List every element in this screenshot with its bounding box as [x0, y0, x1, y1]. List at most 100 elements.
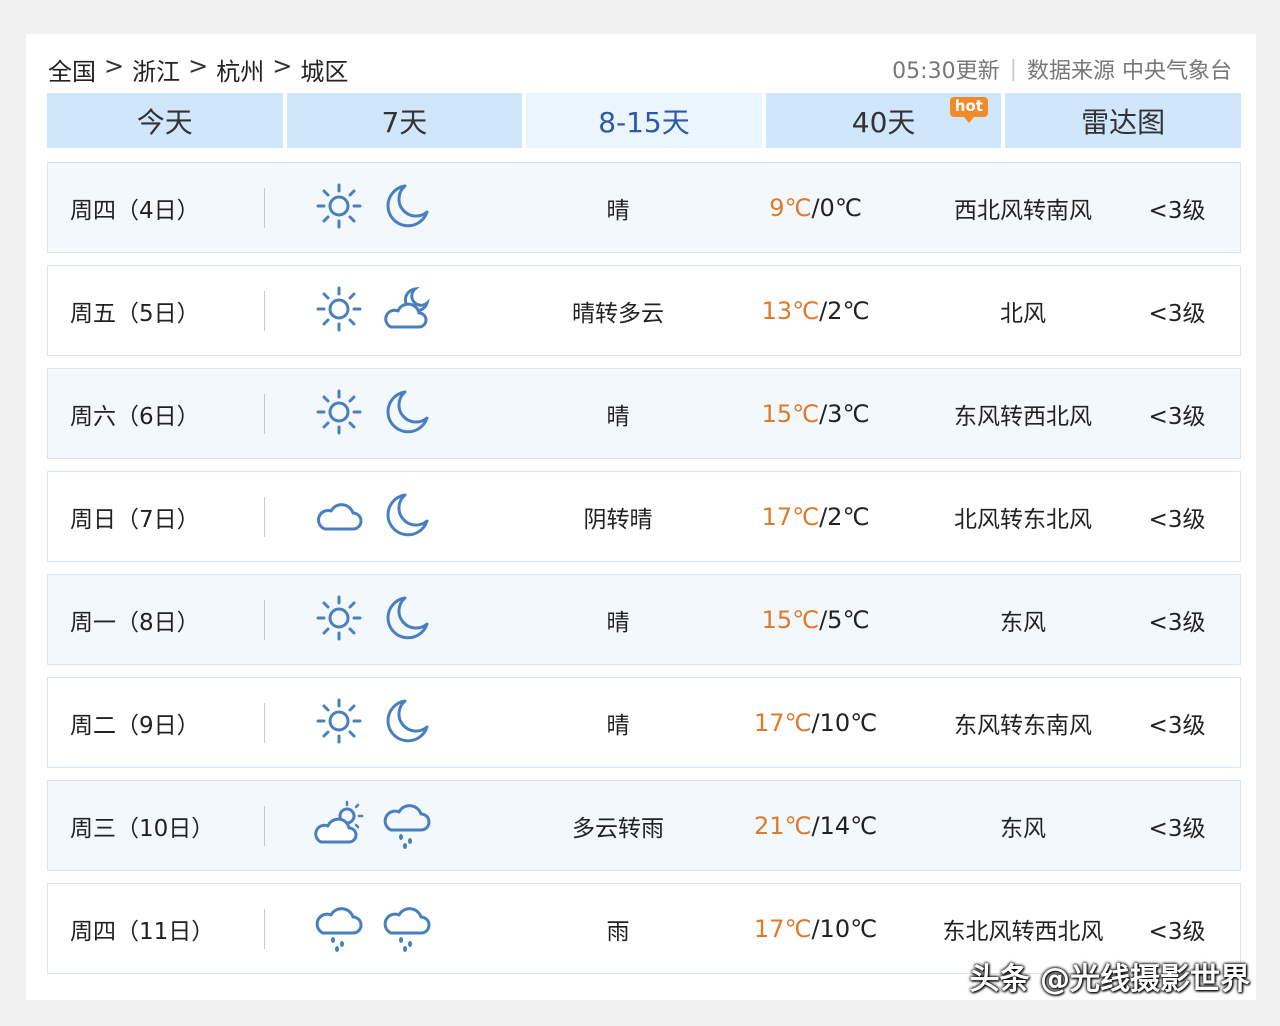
wind-direction: 东风	[1000, 815, 1046, 842]
temperature: 17℃/10℃	[728, 915, 903, 943]
breadcrumb: 全国 > 浙江 > 杭州 > 城区	[48, 52, 348, 87]
temp-slash: /	[819, 399, 828, 428]
tab-label: 7天	[381, 105, 428, 139]
wind-level: <3级	[1148, 403, 1206, 430]
high-temp: 17℃	[761, 502, 820, 531]
low-temp: 14℃	[819, 811, 878, 840]
wind-level: <3级	[1148, 609, 1206, 636]
breadcrumb-separator: >	[188, 51, 209, 80]
weather-condition: 晴	[606, 403, 630, 430]
weather-icons	[265, 901, 483, 957]
moon-icon	[381, 180, 433, 236]
low-temp: 2℃	[827, 502, 870, 531]
tab-label: 40天	[851, 105, 916, 139]
wind-direction: 北风转东北风	[954, 506, 1092, 533]
temperature: 13℃/2℃	[728, 297, 903, 325]
weather-icons	[265, 180, 483, 236]
temp-slash: /	[811, 811, 820, 840]
moon-icon	[381, 695, 433, 751]
wind-direction: 东风转西北风	[954, 403, 1092, 430]
cloudy-night-icon	[381, 283, 433, 339]
forecast-day: 周六（6日）	[70, 403, 200, 430]
weather-condition: 晴	[606, 712, 630, 739]
tab-40-days[interactable]: 40天 hot	[765, 93, 1002, 148]
tab-8-15-days[interactable]: 8-15天	[526, 93, 762, 148]
high-temp: 17℃	[753, 914, 812, 943]
weather-condition: 雨	[606, 918, 630, 945]
low-temp: 0℃	[819, 193, 862, 222]
forecast-list: 周四（4日）晴 9℃/0℃ 西北风转南风 <3级 周五（5日） 晴转多云 13℃/2℃ 北风 <…	[47, 162, 1241, 986]
top-bar: 全国 > 浙江 > 杭州 > 城区 05:30更新 | 数据来源 中央气象台	[48, 52, 1232, 86]
low-temp: 10℃	[819, 914, 878, 943]
breadcrumb-separator: >	[104, 51, 125, 80]
forecast-day: 周一（8日）	[70, 609, 200, 636]
weather-condition: 阴转晴	[583, 506, 653, 533]
forecast-row: 周二（9日） 晴 17℃/10℃ 东风转东南风 <3级	[47, 677, 1241, 768]
temperature: 15℃/3℃	[728, 400, 903, 428]
breadcrumb-separator: >	[272, 51, 293, 80]
breadcrumb-country[interactable]: 全国	[48, 52, 96, 87]
forecast-day: 周二（9日）	[70, 712, 200, 739]
high-temp: 9℃	[769, 193, 812, 222]
forecast-day: 周日（7日）	[70, 506, 200, 533]
low-temp: 2℃	[827, 296, 870, 325]
cloud-icon	[313, 489, 365, 545]
meta-divider: |	[1009, 56, 1017, 82]
forecast-row: 周四（4日） 晴 9℃/0℃ 西北风转南风 <3级	[47, 162, 1241, 253]
update-info: 05:30更新 | 数据来源 中央气象台	[892, 53, 1232, 85]
temperature: 9℃/0℃	[728, 194, 903, 222]
update-time: 05:30更新	[892, 59, 1000, 84]
high-temp: 21℃	[753, 811, 812, 840]
partly-cloudy-icon	[313, 798, 365, 854]
tab-label: 雷达图	[1081, 105, 1166, 139]
temperature: 21℃/14℃	[728, 812, 903, 840]
low-temp: 10℃	[819, 708, 878, 737]
tab-today[interactable]: 今天	[47, 93, 283, 148]
wind-direction: 北风	[1000, 300, 1046, 327]
wind-direction: 东北风转西北风	[942, 918, 1104, 945]
moon-icon	[381, 489, 433, 545]
weather-card: 全国 > 浙江 > 杭州 > 城区 05:30更新 | 数据来源 中央气象台 今…	[26, 34, 1256, 1000]
temp-slash: /	[819, 296, 828, 325]
wind-level: <3级	[1148, 197, 1206, 224]
tab-radar[interactable]: 雷达图	[1005, 93, 1241, 148]
weather-icons	[265, 386, 483, 442]
breadcrumb-city[interactable]: 杭州	[216, 52, 264, 87]
breadcrumb-province[interactable]: 浙江	[132, 52, 180, 87]
weather-icons	[265, 592, 483, 648]
forecast-tabs: 今天 7天 8-15天 40天 hot 雷达图	[47, 93, 1241, 148]
wind-direction: 东风	[1000, 609, 1046, 636]
temperature: 17℃/10℃	[728, 709, 903, 737]
wind-direction: 东风转东南风	[954, 712, 1092, 739]
wind-level: <3级	[1148, 300, 1206, 327]
moon-icon	[381, 386, 433, 442]
high-temp: 15℃	[761, 605, 820, 634]
temp-slash: /	[811, 193, 820, 222]
forecast-day: 周四（4日）	[70, 197, 200, 224]
temp-slash: /	[811, 708, 820, 737]
high-temp: 15℃	[761, 399, 820, 428]
moon-icon	[381, 592, 433, 648]
tab-7-days[interactable]: 7天	[286, 93, 523, 148]
forecast-day: 周三（10日）	[70, 815, 215, 842]
temp-slash: /	[811, 914, 820, 943]
high-temp: 13℃	[761, 296, 820, 325]
wind-level: <3级	[1148, 918, 1206, 945]
weather-condition: 晴转多云	[572, 300, 664, 327]
rain-icon	[381, 798, 433, 854]
forecast-row: 周日（7日） 阴转晴 17℃/2℃ 北风转东北风 <3级	[47, 471, 1241, 562]
forecast-day: 周五（5日）	[70, 300, 200, 327]
sun-icon	[313, 180, 365, 236]
wind-level: <3级	[1148, 506, 1206, 533]
sun-icon	[313, 386, 365, 442]
forecast-row: 周三（10日） 多云转雨 21℃/14℃ 东风 <3级	[47, 780, 1241, 871]
sun-icon	[313, 592, 365, 648]
wind-level: <3级	[1148, 815, 1206, 842]
forecast-row: 周六（6日） 晴 15℃/3℃ 东风转西北风 <3级	[47, 368, 1241, 459]
wind-level: <3级	[1148, 712, 1206, 739]
weather-icons	[265, 695, 483, 751]
temperature: 17℃/2℃	[728, 503, 903, 531]
rain-icon	[381, 901, 433, 957]
forecast-day: 周四（11日）	[70, 918, 215, 945]
rain-icon	[313, 901, 365, 957]
